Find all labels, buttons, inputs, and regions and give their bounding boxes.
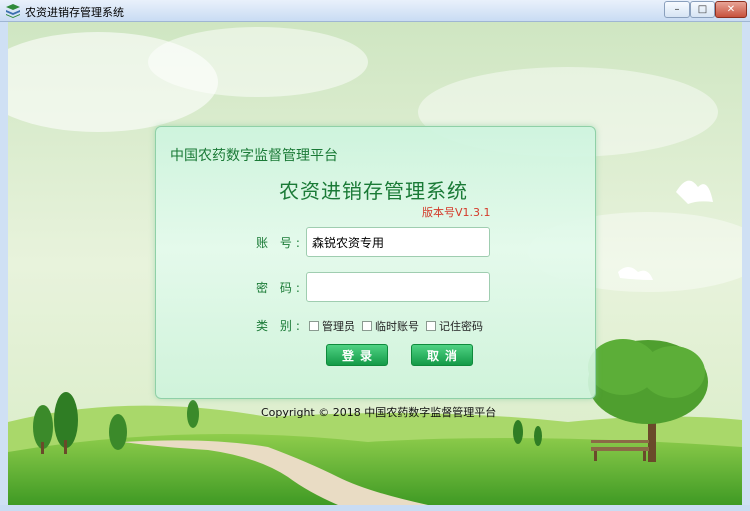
- app-logo-icon: [6, 4, 20, 18]
- window-titlebar[interactable]: 农资进销存管理系统 – □ ✕: [0, 0, 750, 22]
- admin-checkbox[interactable]: 管理员: [309, 318, 355, 334]
- platform-name: 中国农药数字监督管理平台: [170, 148, 338, 164]
- login-button[interactable]: 登录: [326, 344, 388, 366]
- maximize-button[interactable]: □: [690, 1, 715, 18]
- checkbox-box[interactable]: [362, 321, 372, 331]
- temp-account-checkbox[interactable]: 临时账号: [362, 318, 419, 334]
- temp-account-checkbox-label: 临时账号: [375, 320, 419, 333]
- account-label: 账 号:: [256, 236, 304, 250]
- login-panel: 中国农药数字监督管理平台 农资进销存管理系统 版本号V1.3.1 账 号: 密 …: [155, 126, 596, 399]
- window-border-right: [742, 22, 750, 505]
- type-label: 类 别:: [256, 319, 304, 333]
- admin-checkbox-label: 管理员: [322, 320, 355, 333]
- cancel-button[interactable]: 取消: [411, 344, 473, 366]
- account-input[interactable]: [306, 227, 490, 257]
- window-title: 农资进销存管理系统: [25, 6, 124, 19]
- checkbox-box[interactable]: [426, 321, 436, 331]
- version-label: 版本号V1.3.1: [422, 206, 491, 219]
- close-button[interactable]: ✕: [715, 1, 747, 18]
- minimize-button[interactable]: –: [664, 1, 690, 18]
- password-input[interactable]: [306, 272, 490, 302]
- system-name: 农资进销存管理系统: [279, 179, 468, 203]
- checkbox-box[interactable]: [309, 321, 319, 331]
- remember-password-checkbox[interactable]: 记住密码: [426, 318, 483, 334]
- window-border-left: [0, 22, 8, 505]
- remember-password-checkbox-label: 记住密码: [439, 320, 483, 333]
- copyright-text: Copyright © 2018 中国农药数字监督管理平台: [261, 406, 497, 419]
- password-label: 密 码:: [256, 281, 304, 295]
- window-border-bottom: [0, 505, 750, 511]
